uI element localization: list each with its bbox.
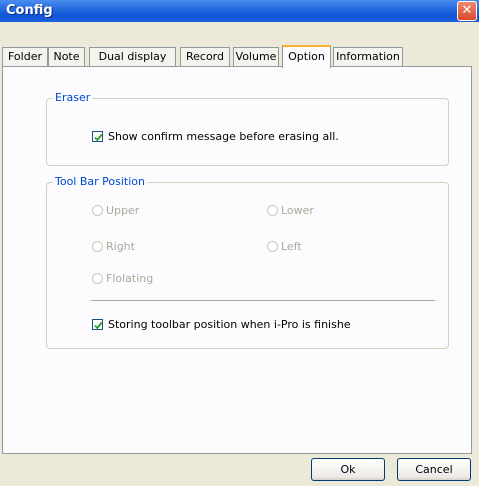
radio-lower[interactable]: Lower <box>267 204 314 217</box>
confirm-erase-checkbox[interactable] <box>92 131 103 142</box>
tab-option[interactable]: Option <box>282 45 331 68</box>
tab-volume[interactable]: Volume <box>233 47 279 66</box>
title-bar: Config ✕ <box>0 0 479 22</box>
radio-right-button[interactable] <box>92 241 103 252</box>
checkmark-icon <box>94 133 103 142</box>
window-title: Config <box>6 3 53 18</box>
radio-left-label: Left <box>281 240 302 253</box>
eraser-group-label: Eraser <box>53 91 93 105</box>
ok-button[interactable]: Ok <box>311 458 385 481</box>
close-icon: ✕ <box>461 3 473 18</box>
radio-left[interactable]: Left <box>267 240 302 253</box>
confirm-erase-checkbox-row[interactable]: Show confirm message before erasing all. <box>92 130 339 143</box>
store-position-checkbox-row[interactable]: Storing toolbar position when i-Pro is f… <box>92 318 351 331</box>
radio-left-button[interactable] <box>267 241 278 252</box>
radio-upper-button[interactable] <box>92 205 103 216</box>
store-position-checkbox[interactable] <box>92 319 103 330</box>
checkmark-icon <box>94 321 103 330</box>
tab-record[interactable]: Record <box>180 47 230 66</box>
tab-folder[interactable]: Folder <box>2 47 48 66</box>
radio-lower-label: Lower <box>281 204 314 217</box>
radio-floating-label: Flolating <box>106 272 154 285</box>
radio-right-label: Right <box>106 240 135 253</box>
radio-floating-button[interactable] <box>92 273 103 284</box>
radio-floating[interactable]: Flolating <box>92 272 153 285</box>
separator <box>91 300 435 301</box>
confirm-erase-label: Show confirm message before erasing all. <box>108 130 339 143</box>
toolbar-position-group-label: Tool Bar Position <box>53 175 147 189</box>
tab-information[interactable]: Information <box>333 47 403 66</box>
cancel-button[interactable]: Cancel <box>397 458 471 481</box>
tab-dual-display[interactable]: Dual display <box>89 47 176 66</box>
radio-upper-label: Upper <box>106 204 140 217</box>
tab-strip: Folder Note Dual display Record Volume O… <box>0 45 479 68</box>
eraser-group: Eraser Show confirm message before erasi… <box>46 91 449 166</box>
store-position-label: Storing toolbar position when i-Pro is f… <box>108 318 351 331</box>
tab-panel-option: Eraser Show confirm message before erasi… <box>2 66 472 454</box>
radio-upper[interactable]: Upper <box>92 204 139 217</box>
radio-right[interactable]: Right <box>92 240 135 253</box>
tab-note[interactable]: Note <box>48 47 85 66</box>
close-button[interactable]: ✕ <box>457 1 477 21</box>
radio-lower-button[interactable] <box>267 205 278 216</box>
toolbar-position-group: Tool Bar Position Upper Lower Right Left… <box>46 175 449 349</box>
